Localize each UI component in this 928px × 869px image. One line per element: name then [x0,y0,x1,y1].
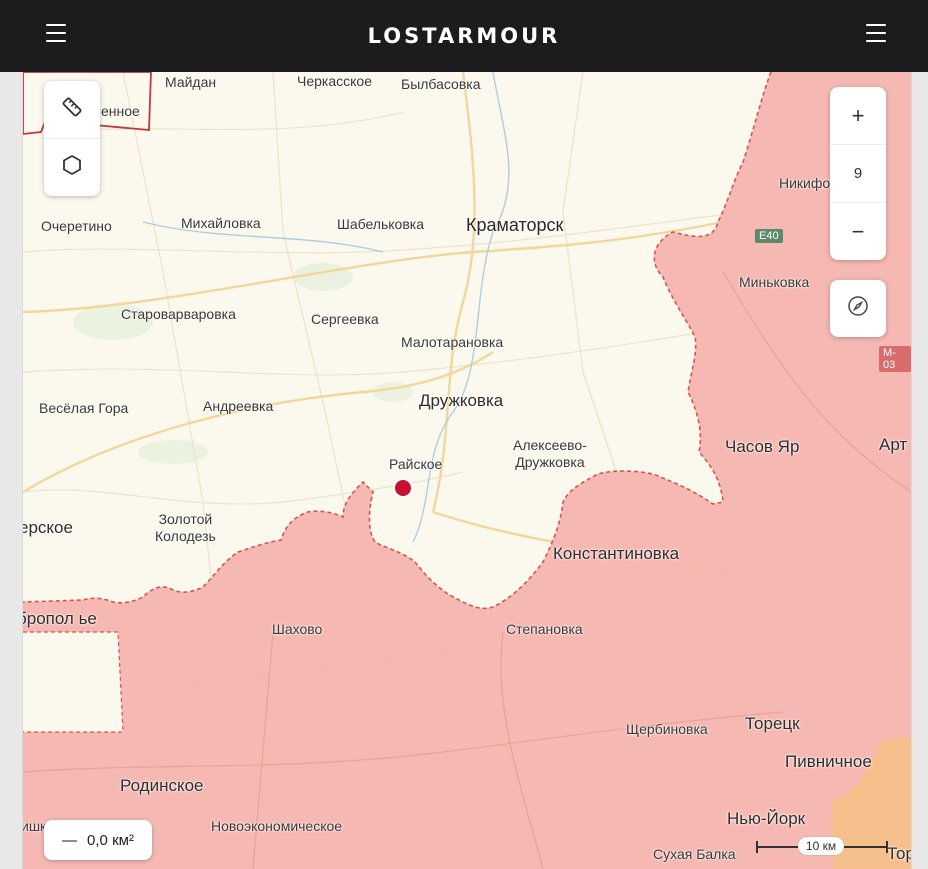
place-label: Майдан [165,74,217,90]
top-bar: LOSTARMOUR [0,0,928,72]
place-label: Сергеевка [311,311,379,327]
place-label: Дружковка [419,391,504,410]
place-label: Андреевка [203,398,274,414]
place-label: ерское [22,518,73,537]
hamburger-menu-icon[interactable] [866,24,886,42]
place-label: Шахово [272,621,323,637]
place-label: Пивничное [785,752,872,771]
place-label: Шабельковка [337,216,424,232]
ruler-button[interactable] [44,81,100,138]
area-measure-box[interactable]: — 0,0 км² [44,820,152,860]
place-label: Староварваровка [121,306,236,322]
place-label: енное [101,103,140,119]
ruler-icon [61,96,83,124]
road-shield-e40: E40 [755,229,783,243]
place-label: бропол ье [22,609,97,628]
place-label: Арт [879,435,908,454]
road-shield-m03: M-03 [879,346,911,372]
tools-panel [44,81,100,196]
place-label: Очеретино [41,218,112,234]
place-label: Михайловка [181,215,261,231]
area-minus[interactable]: — [62,832,77,849]
map-canvas[interactable]: E40 M-03 Майдан Черкасское Былбасовка ен… [22,72,912,869]
place-label: Щербиновка [626,721,708,737]
place-label: Сухая Балка [653,846,736,862]
zoom-panel: + 9 − [830,87,886,260]
area-value: 0,0 км² [87,831,134,849]
place-label: Тор [887,844,911,863]
compass-panel [830,280,886,337]
place-label: Родинское [120,776,204,795]
scale-label: 10 км [798,837,844,855]
place-label: Алексеево- Дружковка [513,437,587,470]
polygon-button[interactable] [44,138,100,196]
location-marker [393,478,413,498]
place-label: Малотарановка [401,334,504,350]
place-label: Черкасское [297,73,372,89]
place-label: Золотой Колодезь [155,511,216,544]
place-label: Степановка [506,621,583,637]
place-label: Часов Яр [725,437,800,456]
zoom-in-button[interactable]: + [830,87,886,144]
place-label: Новоэкономическое [211,818,343,834]
place-label: Торецк [745,714,800,733]
place-label: Нью-Йорк [727,809,806,828]
zoom-out-button[interactable]: − [830,202,886,260]
place-label: Краматорск [466,215,564,235]
place-label: Никифо [779,175,831,191]
scale-bar: 10 км [756,836,888,858]
place-label: Райское [389,456,443,472]
map-layer [23,72,911,869]
place-label: ишк [22,818,47,834]
place-label: Миньковка [739,274,810,290]
brand-logo[interactable]: LOSTARMOUR [368,24,561,48]
place-label: Константиновка [553,544,680,563]
place-label: Былбасовка [401,76,481,92]
compass-button[interactable] [830,280,886,337]
hamburger-menu-icon[interactable] [46,24,66,42]
compass-icon [847,295,869,323]
zoom-level: 9 [830,144,886,202]
hexagon-icon [61,154,83,182]
place-label: Весёлая Гора [39,400,129,416]
